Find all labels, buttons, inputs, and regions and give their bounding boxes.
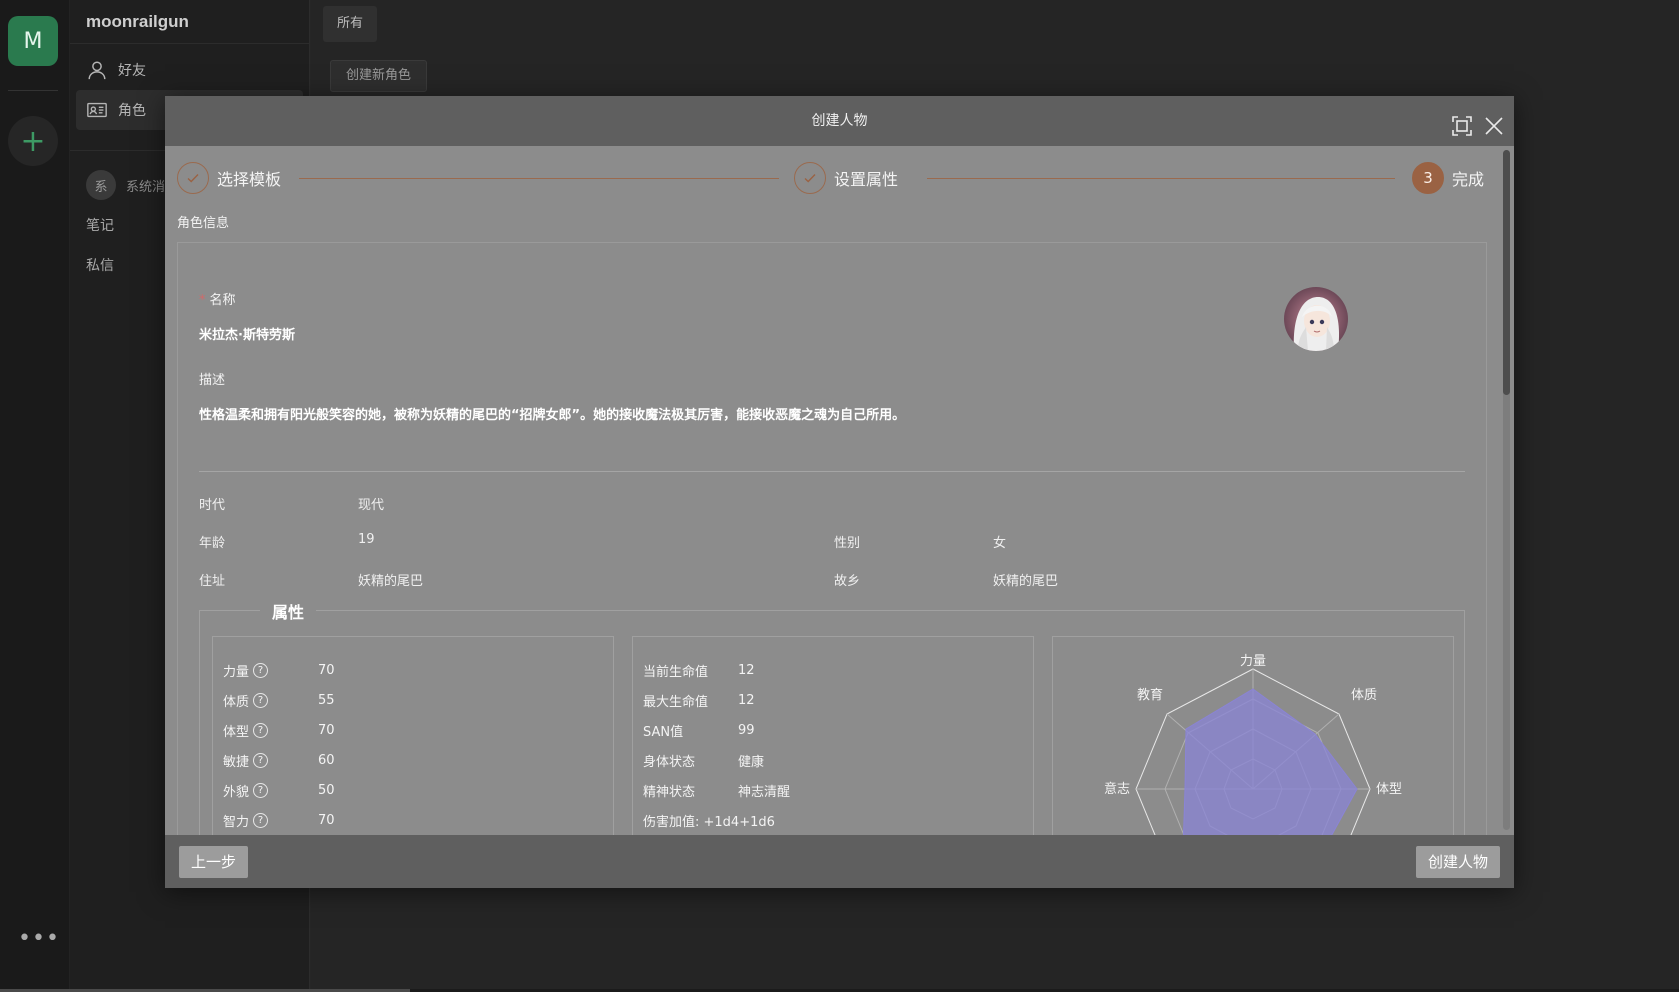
- modal-footer: 上一步 创建人物: [165, 835, 1514, 888]
- modal-scrollbar[interactable]: [1503, 150, 1510, 830]
- hometown-label: 故乡: [834, 574, 861, 589]
- modal-body: 选择模板 设置属性 3 完成 角色信息 * 名称 米拉杰·斯特劳斯 描述 性格温…: [165, 146, 1514, 835]
- divider: [199, 471, 1465, 472]
- radar-series: [1183, 688, 1358, 835]
- attributes-fieldset: 属性 力量? 70 体质? 55 体型? 70 敏捷? 60 外貌? 50 智力? 70 当…: [199, 599, 1465, 835]
- era-value: 现代: [358, 498, 385, 513]
- status-row: 精神状态 神志清醒: [643, 785, 791, 800]
- name-value: 米拉杰·斯特劳斯: [199, 328, 295, 343]
- maximize-icon[interactable]: [1450, 109, 1474, 136]
- status-panel: 当前生命值 12 最大生命值 12 SAN值 99 身体状态 健康 精神状态 神志清醒 伤…: [632, 636, 1034, 835]
- close-icon[interactable]: [1482, 109, 1506, 135]
- hometown-value: 妖精的尾巴: [993, 574, 1059, 589]
- step-finish: 3 完成: [1412, 162, 1484, 194]
- help-icon[interactable]: ?: [253, 693, 269, 708]
- status-row: 最大生命值 12: [643, 693, 755, 710]
- character-card: * 名称 米拉杰·斯特劳斯 描述 性格温柔和拥有阳光般笑容的她，被称为妖精的尾巴…: [177, 242, 1487, 835]
- age-value: 19: [358, 532, 375, 547]
- radar-label: 体质: [1351, 687, 1377, 702]
- section-title: 角色信息: [177, 216, 230, 231]
- workspace-avatar[interactable]: M: [8, 16, 58, 66]
- add-workspace-button[interactable]: +: [8, 116, 58, 166]
- help-icon[interactable]: ?: [253, 663, 269, 678]
- radar-panel: 力量 体质 体型 意志 教育: [1052, 636, 1454, 835]
- scrollbar-thumb[interactable]: [1503, 150, 1510, 395]
- gender-label: 性别: [834, 536, 861, 551]
- step-label: 设置属性: [834, 170, 899, 189]
- username-title: moonrailgun: [70, 0, 309, 44]
- age-label: 年龄: [199, 536, 226, 551]
- description-value: 性格温柔和拥有阳光般笑容的她，被称为妖精的尾巴的“招牌女郎”。她的接收魔法极其厉…: [199, 408, 906, 423]
- create-character-button[interactable]: 创建人物: [1415, 846, 1500, 878]
- rail-divider: [8, 90, 58, 91]
- previous-step-button[interactable]: 上一步: [179, 846, 249, 878]
- radar-label: 力量: [1240, 653, 1266, 668]
- gender-value: 女: [993, 536, 1007, 551]
- character-avatar[interactable]: [1284, 287, 1348, 351]
- server-rail: M + •••: [0, 0, 70, 992]
- address-label: 住址: [199, 574, 226, 589]
- stepper: 选择模板 设置属性 3 完成: [177, 162, 1487, 196]
- id-card-icon: [87, 102, 107, 118]
- step-set-attributes: 设置属性: [794, 162, 898, 194]
- status-row: SAN值 99: [643, 723, 755, 740]
- help-icon[interactable]: ?: [253, 813, 269, 828]
- radar-label: 教育: [1137, 687, 1163, 702]
- tab-all[interactable]: 所有: [323, 6, 378, 42]
- step-label: 完成: [1452, 170, 1485, 189]
- attr-row: 敏捷? 60: [223, 753, 335, 770]
- step-label: 选择模板: [217, 170, 282, 189]
- name-label: * 名称: [199, 293, 236, 308]
- attr-row: 体型? 70: [223, 723, 335, 740]
- step-choose-template: 选择模板: [177, 162, 281, 194]
- check-icon: [794, 162, 826, 194]
- modal-title: 创建人物: [811, 113, 868, 129]
- radar-label: 体型: [1376, 781, 1402, 796]
- attr-row: 智力? 70: [223, 813, 335, 830]
- attr-row: 力量? 70: [223, 663, 335, 680]
- system-badge: 系: [86, 170, 116, 200]
- create-new-role-button[interactable]: 创建新角色: [330, 60, 428, 92]
- radar-label: 意志: [1104, 781, 1130, 796]
- help-icon[interactable]: ?: [253, 783, 269, 798]
- step-number: 3: [1412, 162, 1444, 194]
- more-icon[interactable]: •••: [18, 928, 59, 952]
- attr-row: 体质? 55: [223, 693, 335, 710]
- description-label: 描述: [199, 373, 226, 388]
- user-icon: [88, 61, 106, 80]
- help-icon[interactable]: ?: [253, 723, 269, 738]
- attr-row: 外貌? 50: [223, 783, 335, 800]
- help-icon[interactable]: ?: [253, 753, 269, 768]
- step-connector: [927, 178, 1395, 179]
- radar-chart: 力量 体质 体型 意志 教育: [1104, 653, 1402, 835]
- status-row: 当前生命值 12: [643, 663, 755, 680]
- nav-roles-label: 角色: [118, 103, 146, 119]
- nav-friends[interactable]: 好友: [70, 50, 309, 90]
- check-icon: [177, 162, 209, 194]
- era-label: 时代: [199, 498, 226, 513]
- address-value: 妖精的尾巴: [358, 574, 424, 589]
- status-row: 身体状态 健康: [643, 755, 765, 770]
- nav-friends-label: 好友: [118, 63, 146, 79]
- create-character-modal: 创建人物 选择模板 设置属性 3 完成 角色信息 * 名称 米拉杰·斯特劳斯 描…: [165, 96, 1514, 888]
- step-connector: [299, 178, 779, 179]
- damage-bonus: 伤害加值: +1d4+1d6: [643, 815, 775, 830]
- attributes-title: 属性: [260, 599, 317, 623]
- attributes-panel: 力量? 70 体质? 55 体型? 70 敏捷? 60 外貌? 50 智力? 70: [212, 636, 614, 835]
- modal-header: 创建人物: [165, 96, 1514, 146]
